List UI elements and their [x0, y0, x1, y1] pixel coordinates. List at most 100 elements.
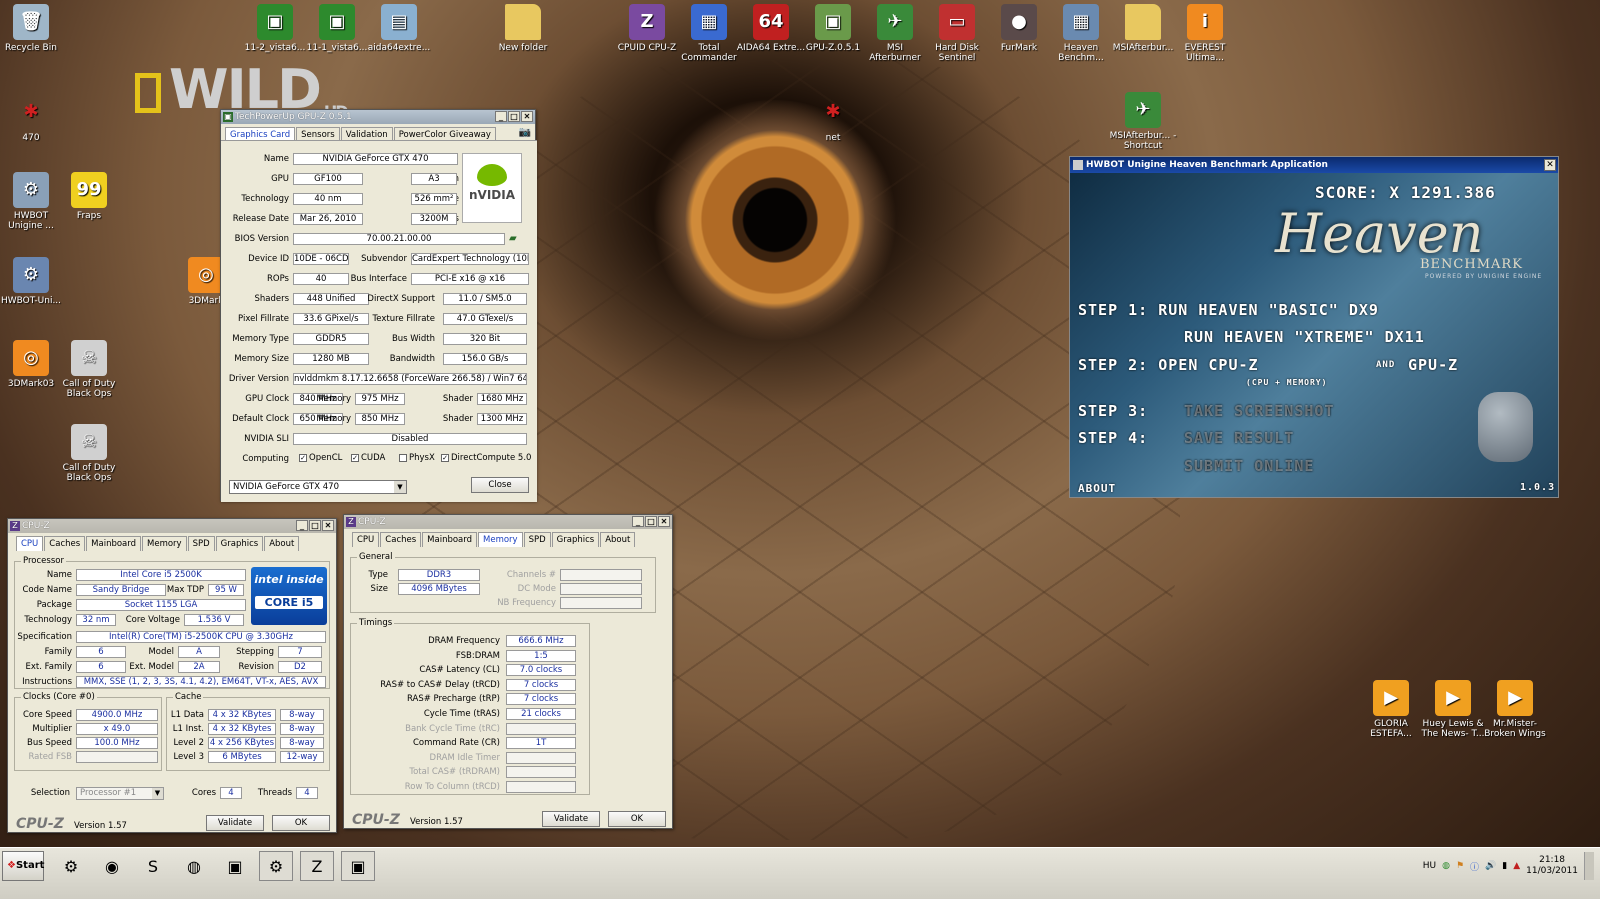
- tab-about[interactable]: About: [264, 536, 300, 551]
- minimize-button[interactable]: _: [632, 516, 644, 527]
- tab-memory[interactable]: Memory: [142, 536, 187, 551]
- heaven-titlebar[interactable]: HWBOT Unigine Heaven Benchmark Applicati…: [1070, 157, 1558, 173]
- tb-gpuz2-button[interactable]: ▣: [341, 851, 375, 881]
- desktop-icon-vista2[interactable]: ▣ 11-1_vista6...: [302, 4, 372, 53]
- cpuz-cpu-titlebar[interactable]: Z CPU-Z _ □ ✕: [8, 519, 336, 533]
- step3-take-screenshot[interactable]: TAKE SCREENSHOT: [1184, 402, 1334, 420]
- checkbox-icon[interactable]: ✓: [299, 453, 307, 462]
- close-button[interactable]: ✕: [1544, 159, 1556, 171]
- step2-open-cpuz[interactable]: STEP 2: OPEN CPU-Z: [1078, 356, 1259, 374]
- bios-save-icon[interactable]: ▰: [509, 233, 517, 244]
- compute-physx[interactable]: PhysX: [399, 453, 435, 463]
- minimize-button[interactable]: _: [495, 111, 507, 122]
- gpuz-value-technology: 40 nm: [293, 193, 363, 205]
- about-button[interactable]: ABOUT: [1078, 482, 1116, 495]
- desktop-icon-cod1[interactable]: ☠ Call of Duty Black Ops: [54, 340, 124, 399]
- tb-gpuz-button[interactable]: ▣: [218, 851, 252, 881]
- tb-unigine-button[interactable]: ⚙: [259, 851, 293, 881]
- ok-button[interactable]: OK: [608, 811, 666, 827]
- desktop-icon-msiafter2[interactable]: MSIAfterbur...: [1108, 4, 1178, 53]
- tab-graphics[interactable]: Graphics: [215, 536, 264, 551]
- tb-hwbot-button[interactable]: ⚙: [54, 851, 88, 881]
- tab-cpu[interactable]: CPU: [352, 532, 380, 547]
- tray-volume-icon[interactable]: 🔊: [1485, 861, 1496, 871]
- desktop-icon-aida64[interactable]: 64 AIDA64 Extre...: [736, 4, 806, 53]
- language-indicator[interactable]: HU: [1423, 861, 1436, 871]
- tab-cpu[interactable]: CPU: [16, 536, 44, 551]
- tab-spd[interactable]: SPD: [187, 536, 215, 551]
- tb-globe-button[interactable]: ◍: [177, 851, 211, 881]
- gpu-select[interactable]: NVIDIA GeForce GTX 470 ▼: [229, 480, 407, 494]
- desktop-icon-cpuid[interactable]: Z CPUID CPU-Z: [612, 4, 682, 53]
- desktop-icon-gloria[interactable]: ▶ GLORIA ESTEFA...: [1356, 680, 1426, 739]
- tb-firefox-button[interactable]: ◉: [95, 851, 129, 881]
- tray-flag-icon[interactable]: ⚑: [1456, 861, 1464, 871]
- ok-button[interactable]: OK: [272, 815, 330, 831]
- desktop-icon-furmark[interactable]: ● FurMark: [984, 4, 1054, 53]
- submit-online[interactable]: SUBMIT ONLINE: [1184, 457, 1314, 475]
- show-desktop-button[interactable]: [1584, 852, 1594, 880]
- clock[interactable]: 21:18 11/03/2011: [1526, 855, 1578, 877]
- processor-select[interactable]: Processor #1 ▼: [76, 787, 164, 800]
- desktop-icon-hwbot-uni2[interactable]: ⚙ HWBOT-Uni...: [0, 257, 66, 306]
- tab-spd[interactable]: SPD: [523, 532, 551, 547]
- desktop-icon-net[interactable]: ✱ net: [798, 94, 868, 144]
- tab-memory[interactable]: Memory: [478, 532, 523, 547]
- intel-core-i5-logo: intel inside CORE i5: [251, 567, 327, 625]
- tray-info-icon[interactable]: ⓘ: [1470, 860, 1479, 873]
- desktop-icon-aida64extre[interactable]: ▤ aida64extre...: [364, 4, 434, 53]
- tab-mainboard[interactable]: Mainboard: [422, 532, 478, 547]
- desktop-icon-gpuz[interactable]: ▣ GPU-Z.0.5.1: [798, 4, 868, 53]
- compute-opencl[interactable]: ✓ OpenCL: [299, 453, 342, 463]
- desktop-icon-470[interactable]: ✱ 470: [0, 94, 66, 144]
- validate-button[interactable]: Validate: [206, 815, 264, 831]
- maximize-button[interactable]: □: [309, 520, 321, 531]
- desktop-icon-msishort[interactable]: ✈ MSIAfterbur... - Shortcut: [1108, 92, 1178, 151]
- desktop-icon-hueylewis[interactable]: ▶ Huey Lewis & The News- T...: [1418, 680, 1488, 739]
- desktop-icon-hdsentinel[interactable]: ▭ Hard Disk Sentinel: [922, 4, 992, 63]
- desktop-icon-fraps[interactable]: 99 Fraps: [54, 172, 124, 221]
- tb-cpuz-button[interactable]: Z: [300, 851, 334, 881]
- desktop-icon-newfolder[interactable]: New folder: [488, 4, 558, 53]
- gpuz-close-button[interactable]: Close: [471, 477, 529, 493]
- start-button[interactable]: ❖Start: [2, 851, 44, 881]
- desktop-icon-msiab[interactable]: ✈ MSI Afterburner: [860, 4, 930, 63]
- cpuz-memory-titlebar[interactable]: Z CPU-Z _ □ ✕: [344, 515, 672, 529]
- desktop-icon-recycle[interactable]: 🗑 Recycle Bin: [0, 4, 66, 53]
- step2-gpuz[interactable]: GPU-Z: [1408, 356, 1458, 374]
- compute-cuda[interactable]: ✓ CUDA: [351, 453, 385, 463]
- desktop-icon-mrmister[interactable]: ▶ Mr.Mister- Broken Wings: [1480, 680, 1550, 739]
- desktop-icon-vista1[interactable]: ▣ 11-2_vista6...: [240, 4, 310, 53]
- close-button[interactable]: ✕: [322, 520, 334, 531]
- step1-basic[interactable]: STEP 1: RUN HEAVEN "BASIC" DX9: [1078, 301, 1379, 319]
- tab-caches[interactable]: Caches: [44, 536, 86, 551]
- tab-graphics[interactable]: Graphics: [551, 532, 600, 547]
- tray-alert-icon[interactable]: ▲: [1513, 861, 1520, 871]
- step1-xtreme[interactable]: RUN HEAVEN "XTREME" DX11: [1184, 328, 1425, 346]
- tab-mainboard[interactable]: Mainboard: [86, 536, 142, 551]
- maximize-button[interactable]: □: [645, 516, 657, 527]
- chevron-down-icon[interactable]: ▼: [152, 788, 163, 799]
- checkbox-icon[interactable]: [399, 453, 407, 462]
- step4-save-result[interactable]: SAVE RESULT: [1184, 429, 1294, 447]
- close-button[interactable]: ✕: [521, 111, 533, 122]
- checkbox-icon[interactable]: ✓: [441, 453, 449, 462]
- maximize-button[interactable]: □: [508, 111, 520, 122]
- chevron-down-icon[interactable]: ▼: [394, 481, 406, 493]
- close-button[interactable]: ✕: [658, 516, 670, 527]
- tb-skype-button[interactable]: S: [136, 851, 170, 881]
- desktop-icon-everest[interactable]: i EVEREST Ultima...: [1170, 4, 1240, 63]
- desktop-icon-cod2[interactable]: ☠ Call of Duty Black Ops: [54, 424, 124, 483]
- validate-button[interactable]: Validate: [542, 811, 600, 827]
- compute-directcompute-5-0[interactable]: ✓ DirectCompute 5.0: [441, 453, 531, 463]
- tray-signal-icon[interactable]: ▮: [1502, 861, 1507, 871]
- desktop-icon-heavenb[interactable]: ▦ Heaven Benchm...: [1046, 4, 1116, 63]
- tab-about[interactable]: About: [600, 532, 636, 547]
- tab-caches[interactable]: Caches: [380, 532, 422, 547]
- desktop-icon-totalcmd[interactable]: ▦ Total Commander: [674, 4, 744, 63]
- checkbox-icon[interactable]: ✓: [351, 453, 359, 462]
- tray-network-icon[interactable]: ◍: [1442, 861, 1450, 871]
- desktop-icon-label: Call of Duty Black Ops: [62, 463, 116, 483]
- minimize-button[interactable]: _: [296, 520, 308, 531]
- gpuz-titlebar[interactable]: ▣ TechPowerUp GPU-Z 0.5.1 _ □ ✕: [221, 110, 535, 124]
